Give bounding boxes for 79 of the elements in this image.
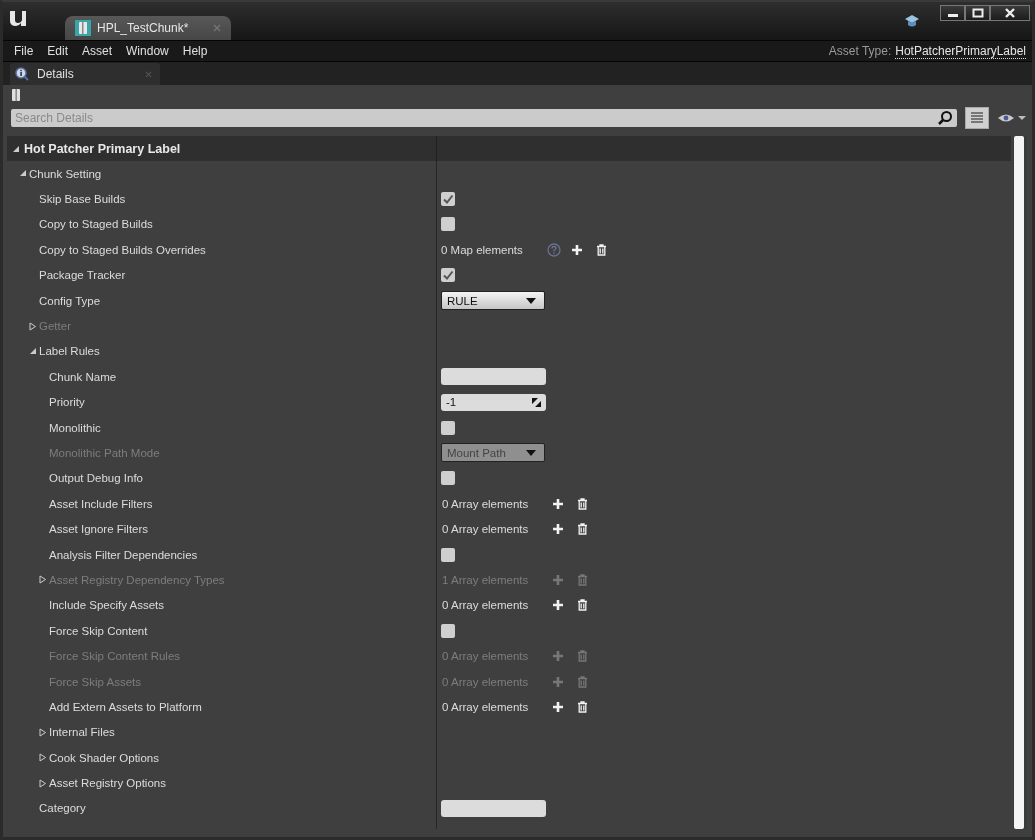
property-label: Add Extern Assets to Platform: [49, 700, 202, 713]
property-label: Monolithic: [49, 421, 101, 434]
element-count: 0 Array elements: [441, 675, 530, 688]
property-label: Include Specify Assets: [49, 599, 165, 612]
close-button[interactable]: [990, 5, 1030, 21]
property-label: Label Rules: [39, 345, 100, 358]
menu-item[interactable]: Asset: [82, 44, 113, 58]
text-field[interactable]: [441, 799, 546, 817]
element-count: 0 Array elements: [441, 700, 530, 713]
checkbox[interactable]: [441, 192, 455, 207]
menu-item[interactable]: File: [14, 44, 34, 58]
document-tab[interactable]: HPL_TestChunk*: [65, 16, 231, 40]
drag-arrows-icon[interactable]: [532, 397, 541, 407]
maximize-icon: [971, 8, 984, 18]
eye-dropdown-icon[interactable]: [997, 112, 1027, 124]
element-count: 0 Array elements: [441, 650, 530, 663]
checkbox[interactable]: [441, 268, 455, 283]
maximize-button[interactable]: [965, 5, 990, 21]
checkbox[interactable]: [441, 471, 455, 486]
asset-type-label: Asset Type:: [828, 44, 892, 58]
search-icon: [937, 110, 953, 126]
list-icon: [970, 111, 984, 125]
element-count: 1 Array elements: [441, 573, 530, 586]
expander-icon[interactable]: [39, 727, 47, 737]
asset-icon: [11, 88, 21, 102]
property-label: Output Debug Info: [49, 472, 143, 485]
menu-item[interactable]: Help: [182, 44, 208, 58]
property-label: Force Skip Assets: [49, 675, 142, 688]
details-tab[interactable]: Details: [10, 63, 160, 85]
checkbox[interactable]: [441, 420, 455, 435]
property-label: Chunk Setting: [29, 167, 102, 180]
property-label: Force Skip Content: [49, 624, 148, 637]
close-icon: [1004, 8, 1016, 18]
property-label: Skip Base Builds: [39, 193, 126, 206]
view-options-button[interactable]: [965, 107, 989, 129]
expander-icon[interactable]: [12, 144, 20, 153]
checkbox[interactable]: [441, 623, 455, 638]
property-label: Chunk Name: [49, 370, 117, 383]
menu-item[interactable]: Window: [126, 44, 169, 58]
expander-icon[interactable]: [39, 778, 47, 788]
property-label: Cook Shader Options: [49, 751, 159, 764]
menu-item[interactable]: Edit: [47, 44, 69, 58]
expander-icon[interactable]: [39, 753, 47, 763]
checkbox[interactable]: [441, 547, 455, 562]
property-label: Copy to Staged Builds Overrides: [39, 243, 206, 256]
property-label: Asset Registry Dependency Types: [49, 573, 225, 586]
element-count: 0 Array elements: [441, 599, 530, 612]
caret-icon: [526, 297, 536, 304]
expander-icon[interactable]: [19, 169, 27, 179]
text-field[interactable]: [441, 368, 546, 386]
property-label: Copy to Staged Builds: [39, 218, 153, 231]
element-count: 0 Map elements: [441, 243, 524, 256]
expander-icon[interactable]: [29, 346, 37, 356]
number-field[interactable]: -1: [441, 393, 546, 411]
caret-icon: [526, 450, 536, 456]
info-magnifier-icon: [15, 67, 29, 81]
scrollbar-thumb[interactable]: [1014, 136, 1024, 829]
property-label: Analysis Filter Dependencies: [49, 548, 198, 561]
property-label: Config Type: [39, 294, 101, 307]
element-count: 0 Array elements: [441, 523, 530, 536]
dropdown[interactable]: RULE: [441, 291, 545, 311]
property-label: Internal Files: [49, 726, 115, 739]
property-label: Asset Ignore Filters: [49, 523, 149, 536]
property-label: Getter: [39, 320, 71, 333]
property-label: Asset Registry Options: [49, 777, 166, 790]
property-label: Asset Include Filters: [49, 497, 153, 510]
element-count: 0 Array elements: [441, 497, 530, 510]
asset-icon: [75, 20, 91, 36]
graduation-cap-icon[interactable]: [904, 13, 920, 29]
search-field[interactable]: Search Details: [11, 109, 957, 127]
checkbox[interactable]: [441, 217, 455, 232]
asset-type-link[interactable]: HotPatcherPrimaryLabel: [895, 43, 1026, 59]
property-label: Category: [39, 802, 86, 815]
property-label: Monolithic Path Mode: [49, 447, 160, 459]
property-label: Package Tracker: [39, 269, 126, 282]
property-label: Priority: [49, 396, 85, 409]
property-label: Force Skip Content Rules: [49, 650, 181, 663]
engine-logo-icon: [7, 8, 29, 28]
minimize-button[interactable]: [940, 5, 965, 21]
